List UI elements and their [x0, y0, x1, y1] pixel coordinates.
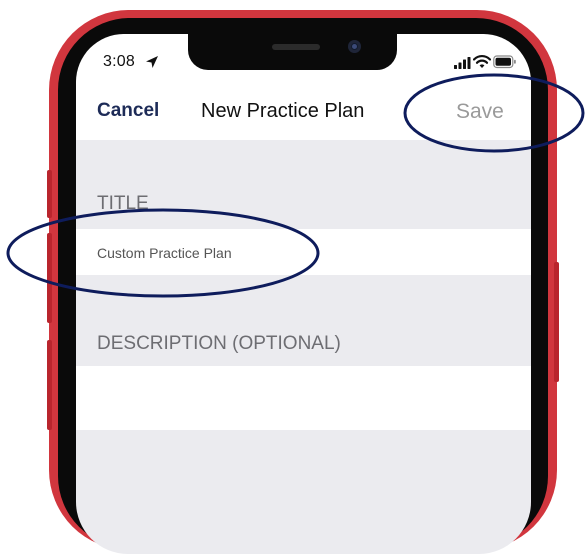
location-arrow-icon	[144, 54, 160, 70]
signal-icon	[453, 56, 471, 70]
notch	[188, 34, 397, 70]
save-button[interactable]: Save	[456, 100, 504, 124]
title-field-value[interactable]: Custom Practice Plan	[97, 245, 232, 261]
cancel-button[interactable]: Cancel	[97, 100, 159, 122]
description-field[interactable]	[76, 366, 531, 430]
status-time: 3:08	[103, 53, 135, 70]
wifi-icon	[472, 54, 492, 70]
title-section-header: TITLE	[97, 193, 149, 214]
page-title: New Practice Plan	[201, 100, 365, 122]
phone-volume-down	[47, 340, 52, 430]
phone-volume-up	[47, 233, 52, 323]
phone-silent-switch	[47, 170, 52, 218]
battery-icon	[493, 55, 517, 69]
description-section-header: DESCRIPTION (OPTIONAL)	[97, 333, 341, 354]
phone-power-button	[554, 262, 559, 382]
speaker-grille	[272, 44, 320, 50]
front-camera-lens	[352, 44, 357, 49]
